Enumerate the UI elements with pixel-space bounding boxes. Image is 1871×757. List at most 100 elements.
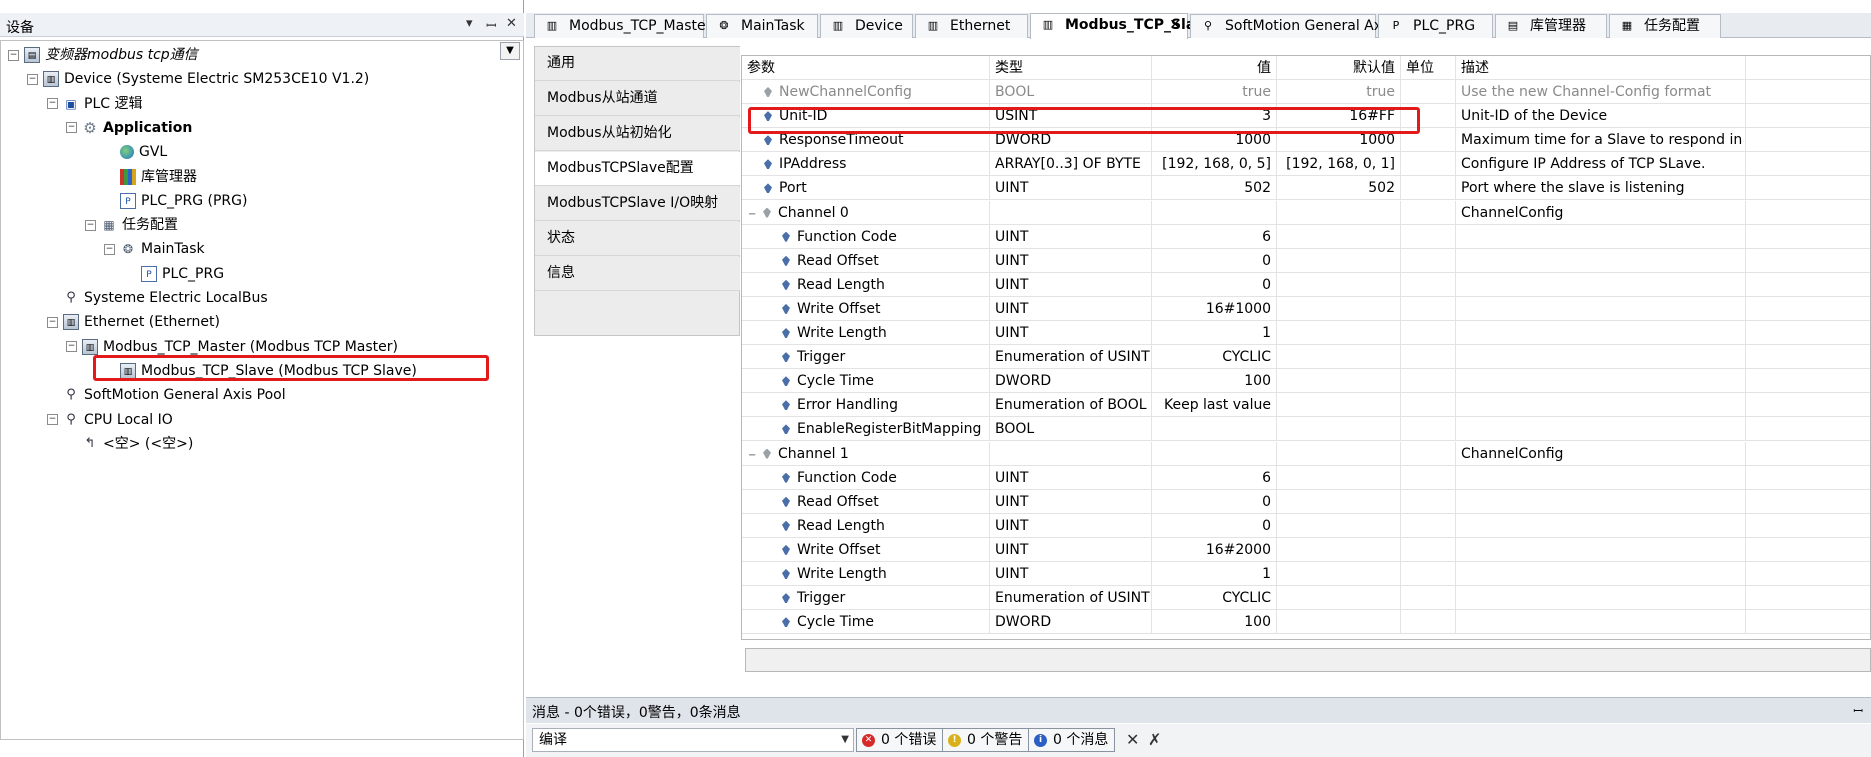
tree-node-cpu-io[interactable]: − ⚲ CPU Local IO [47,409,173,431]
panel-pin-icon[interactable]: ꟷ [486,16,497,34]
cell-value[interactable]: [192, 168, 0, 5] [1152,152,1277,177]
parameter-row[interactable]: NewChannelConfig BOOL true true Use the new … [742,80,1870,104]
parameter-row[interactable]: Cycle Time DWORD 100 [742,369,1870,394]
column-header-param[interactable]: 参数 [742,56,990,80]
panel-menu-icon[interactable]: ▾ [466,16,473,31]
column-header-desc[interactable]: 描述 [1456,56,1746,80]
cell-value[interactable]: 0 [1152,489,1277,514]
cell-value[interactable]: 0 [1152,513,1277,538]
tree-node-empty-slot[interactable]: ↰ <空> (<空>) [66,433,194,455]
parameter-row[interactable]: Trigger Enumeration of USINT CYCLIC [742,586,1870,611]
tree-node-ethernet-device[interactable]: − ▥ Ethernet (Ethernet) [47,311,220,333]
parameter-row[interactable]: Port UINT 502 502 Port where the slave is li… [742,176,1870,201]
grid-horizontal-scrollbar[interactable] [745,648,1871,672]
config-nav-item[interactable]: 通用 [535,47,740,81]
parameter-row[interactable]: Write Length UINT 1 [742,321,1870,345]
cell-value[interactable] [1152,441,1277,466]
close-tab-icon[interactable]: ✕ [1169,14,1181,36]
parameter-row[interactable]: Error Handling Enumeration of BOOL Keep la… [742,393,1870,418]
cell-value[interactable]: 16#2000 [1152,537,1277,562]
config-nav-item[interactable]: 状态 [535,222,740,256]
parameter-row[interactable]: Function Code UINT 6 [742,224,1870,249]
parameter-row[interactable]: Cycle Time DWORD 100 [742,610,1870,635]
parameter-row[interactable]: Write Length UINT 1 [742,562,1870,586]
parameter-row[interactable]: Read Length UINT 0 [742,272,1870,297]
tab--[interactable]: ▤ 库管理器 [1495,14,1607,38]
tree-node-task[interactable]: − ❂ MainTask [104,238,205,260]
tab--[interactable]: ▦ 任务配置 [1609,14,1721,38]
parameter-row[interactable]: Read Length UINT 0 [742,513,1870,538]
parameter-row[interactable]: EnableRegisterBitMapping BOOL [742,417,1870,442]
tab-modbus-tcp-slave[interactable]: ▥ Modbus_TCP_Slave ✕ [1030,13,1214,39]
tree-collapse-icon[interactable]: − [47,316,58,328]
tree-node-application-gear[interactable]: − ⚙ Application [66,117,192,139]
warning-filter-button[interactable]: ! 0 个警告 [942,728,1030,752]
parameter-row[interactable]: Write Offset UINT 16#2000 [742,537,1870,562]
tree-collapse-icon[interactable]: − [85,219,96,231]
cell-value[interactable]: 0 [1152,248,1277,273]
cell-value[interactable]: 16#1000 [1152,296,1277,321]
cell-value[interactable]: 100 [1152,610,1277,635]
cell-value[interactable]: CYCLIC [1152,586,1277,611]
panel-close-icon[interactable]: ✕ [506,16,517,31]
collapse-icon[interactable]: − [748,444,757,466]
tree-node-bus[interactable]: ⚲ Systeme Electric LocalBus [47,287,267,309]
tree-node-plc-logic[interactable]: − ▣ PLC 逻辑 [47,93,142,115]
parameter-row[interactable]: Function Code UINT 6 [742,465,1870,490]
cell-value[interactable] [1152,200,1277,225]
column-header-default[interactable]: 默认值 [1277,56,1401,80]
config-nav-item[interactable]: 信息 [535,257,740,291]
parameter-row[interactable]: − Channel 1 ChannelConfig [742,441,1870,466]
collapse-icon[interactable]: − [748,203,757,225]
config-nav-item[interactable]: ModbusTCPSlave配置 [535,152,740,186]
tree-node-program-call[interactable]: P PLC_PRG [125,263,224,285]
tab-ethernet[interactable]: ▥ Ethernet [915,14,1028,38]
tree-node-device[interactable]: − ▥ Device (Systeme Electric SM253CE10 V1.… [27,68,369,90]
info-filter-button[interactable]: i 0 个消息 [1028,728,1116,752]
error-filter-button[interactable]: ✕ 0 个错误 [856,728,944,752]
tree-node-gvl-globe[interactable]: GVL [104,141,167,163]
tree-collapse-icon[interactable]: − [47,98,58,110]
clear-messages-icon[interactable]: ✕ [1126,730,1139,749]
column-header-unit[interactable]: 单位 [1401,56,1456,80]
tree-collapse-icon[interactable]: − [27,73,38,85]
parameter-row[interactable]: Trigger Enumeration of USINT CYCLIC [742,345,1870,370]
tree-combo-dropdown-icon[interactable]: ▼ [500,42,520,60]
cell-value[interactable]: Keep last value [1152,393,1277,418]
messages-pin-icon[interactable]: ꟷ [1853,702,1863,719]
tab-device[interactable]: ▥ Device [820,14,913,38]
config-nav-item[interactable]: Modbus从站通道 [535,82,740,116]
column-header-value[interactable]: 值 [1152,56,1277,80]
config-nav-item[interactable]: ModbusTCPSlave I/O映射 [535,187,740,221]
tree-collapse-icon[interactable]: − [66,122,77,134]
parameter-row[interactable]: Read Offset UINT 0 [742,489,1870,514]
cell-value[interactable]: true [1152,80,1277,104]
cell-value[interactable] [1152,417,1277,442]
tree-collapse-icon[interactable]: − [104,243,115,255]
cell-value[interactable]: 502 [1152,176,1277,201]
tree-node-task-config[interactable]: − ▦ 任务配置 [85,214,178,236]
clear-filter-icon[interactable]: ✗ [1148,730,1161,749]
cell-value[interactable]: CYCLIC [1152,345,1277,370]
cell-value[interactable]: 100 [1152,369,1277,394]
cell-value[interactable]: 1 [1152,562,1277,586]
tree-node-library-manager[interactable]: 库管理器 [104,166,197,188]
tab-plc-prg[interactable]: P PLC_PRG [1378,14,1493,38]
tab-maintask[interactable]: ❂ MainTask [706,14,818,38]
column-header-type[interactable]: 类型 [990,56,1152,80]
tab-modbus-tcp-master[interactable]: ▥ Modbus_TCP_Master [534,14,711,38]
cell-value[interactable]: 1 [1152,321,1277,345]
parameter-row[interactable]: IPAddress ARRAY[0..3] OF BYTE [192, 168, 0… [742,152,1870,177]
message-source-select[interactable]: 编译 ▼ [532,728,854,752]
parameter-row[interactable]: − Channel 0 ChannelConfig [742,200,1870,225]
cell-value[interactable]: 6 [1152,465,1277,490]
tree-collapse-icon[interactable]: − [8,49,19,61]
tree-node-project[interactable]: − ▤ 变频器modbus tcp通信 [8,44,198,66]
tree-collapse-icon[interactable]: − [66,341,77,353]
cell-value[interactable]: 6 [1152,224,1277,249]
config-nav-item[interactable]: Modbus从站初始化 [535,117,740,151]
tree-collapse-icon[interactable]: − [47,414,58,425]
parameter-row[interactable]: Write Offset UINT 16#1000 [742,296,1870,321]
tree-node-axis-pool[interactable]: ⚲ SoftMotion General Axis Pool [47,384,285,406]
tree-node-program[interactable]: P PLC_PRG (PRG) [104,190,247,212]
